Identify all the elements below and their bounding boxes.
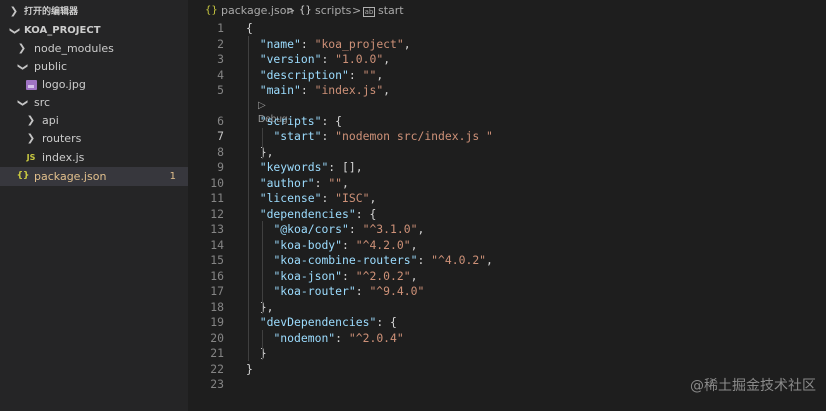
line-number: 8 (217, 144, 224, 159)
chevron-right-icon: ❯ (17, 43, 27, 54)
breadcrumb-file[interactable]: package.json (221, 0, 293, 22)
tree-item-label: api (42, 114, 59, 127)
json-file-icon: {} (16, 171, 30, 181)
line-number: 21 (210, 346, 224, 360)
code-text: "dependencies": { (259, 206, 377, 221)
line-number: 5 (217, 83, 224, 97)
code-text: "author": "", (259, 175, 349, 190)
line-number: 22 (210, 361, 224, 376)
line-number: 23 (210, 377, 224, 391)
code-text: "koa-combine-routers": "^4.0.2", (273, 253, 493, 267)
tree-item-src[interactable]: ❯ src (0, 94, 188, 112)
line-number: 18 (210, 299, 224, 314)
code-text: "start": "nodemon src/index.js " (273, 129, 493, 143)
code-text: { (246, 21, 253, 35)
object-icon: {} (299, 5, 312, 16)
chevron-right-icon: > (286, 4, 296, 17)
line-number: 2 (217, 36, 224, 51)
breadcrumb-start[interactable]: start (378, 0, 404, 22)
js-file-icon: JS (26, 153, 36, 162)
line-number: 14 (210, 237, 224, 252)
code-text: "koa-body": "^4.2.0", (273, 237, 418, 252)
watermark: @稀土掘金技术社区 (690, 378, 816, 394)
tree-item-label: routers (42, 132, 82, 145)
explorer-sidebar: ❯ 打开的编辑器 ❯ KOA_PROJECT ❯ node_modules ❯ … (0, 0, 188, 411)
code-text: "koa-json": "^2.0.2", (273, 268, 418, 283)
tree-item-label: index.js (42, 151, 85, 164)
code-text: "nodemon": "^2.0.4" (273, 330, 404, 345)
debug-codelens[interactable]: ▷ Debug (258, 99, 287, 125)
problem-count-badge: 1 (169, 171, 176, 182)
indent-guide (262, 128, 263, 159)
chevron-right-icon[interactable]: ❯ (8, 3, 20, 21)
tree-item-public[interactable]: ❯ public (0, 58, 188, 76)
indent-guide (262, 329, 263, 360)
line-number: 7 (217, 129, 224, 143)
indent-guide (248, 35, 249, 361)
line-number: 9 (217, 160, 224, 174)
project-section[interactable]: ❯ KOA_PROJECT (0, 22, 188, 40)
code-text: "keywords": [], (259, 160, 363, 174)
line-number: 19 (210, 315, 224, 329)
tree-item-logo-jpg[interactable]: logo.jpg (0, 76, 188, 94)
tree-item-package-json[interactable]: {} package.json 1 (0, 167, 188, 186)
line-number: 12 (210, 206, 224, 221)
code-text: "devDependencies": { (259, 315, 397, 329)
code-text: "license": "ISC", (259, 191, 377, 205)
indent-guide (262, 221, 263, 314)
tree-item-label: node_modules (34, 42, 114, 55)
tree-item-api[interactable]: ❯ api (0, 112, 188, 130)
tree-item-index-js[interactable]: JS index.js (0, 149, 188, 167)
line-number: 16 (210, 268, 224, 283)
code-text: } (246, 361, 253, 376)
code-text: "koa-router": "^9.4.0" (273, 284, 425, 298)
code-text: "description": "", (259, 67, 384, 82)
open-editors-section[interactable]: ❯ 打开的编辑器 (0, 3, 188, 21)
code-text: } (246, 346, 267, 360)
chevron-right-icon: ❯ (26, 133, 36, 144)
json-file-icon: {} (205, 5, 218, 16)
tree-item-label: public (34, 60, 68, 73)
chevron-right-icon: > (352, 4, 362, 17)
code-text: "version": "1.0.0", (259, 52, 391, 66)
line-number: 6 (217, 113, 224, 128)
breadcrumb-scripts[interactable]: scripts (315, 0, 351, 22)
code-text: "main": "index.js", (259, 83, 391, 97)
line-number: 17 (210, 284, 224, 298)
chevron-down-icon: ❯ (17, 62, 28, 72)
project-label: KOA_PROJECT (24, 25, 101, 36)
line-number: 13 (210, 222, 224, 236)
code-text: }, (246, 299, 274, 314)
tree-item-label: src (34, 96, 51, 109)
tree-item-node-modules[interactable]: ❯ node_modules (0, 40, 188, 58)
editor-pane[interactable]: {} package.json > {} scripts > ab start … (188, 0, 826, 411)
line-number: 3 (217, 52, 224, 66)
tree-item-routers[interactable]: ❯ routers (0, 130, 188, 148)
line-number: 20 (210, 330, 224, 345)
image-file-icon (26, 80, 37, 90)
line-number: 15 (210, 253, 224, 267)
string-symbol-icon: ab (363, 7, 375, 17)
code-text: }, (246, 144, 274, 159)
line-number: 11 (210, 191, 224, 205)
tree-item-label: package.json (34, 170, 107, 183)
open-editors-label: 打开的编辑器 (24, 7, 79, 17)
line-number: 4 (217, 67, 224, 82)
chevron-right-icon: ❯ (26, 115, 36, 126)
code-text: "scripts": { (259, 113, 343, 128)
code-text: "@koa/cors": "^3.1.0", (273, 222, 425, 236)
tree-item-label: logo.jpg (42, 78, 86, 91)
code-text: "name": "koa_project", (259, 36, 411, 51)
chevron-down-icon[interactable]: ❯ (5, 25, 23, 37)
breadcrumb: {} package.json > {} scripts > ab start (188, 0, 826, 22)
chevron-down-icon: ❯ (17, 98, 28, 108)
line-number: 10 (210, 175, 224, 190)
line-number: 1 (217, 21, 224, 35)
